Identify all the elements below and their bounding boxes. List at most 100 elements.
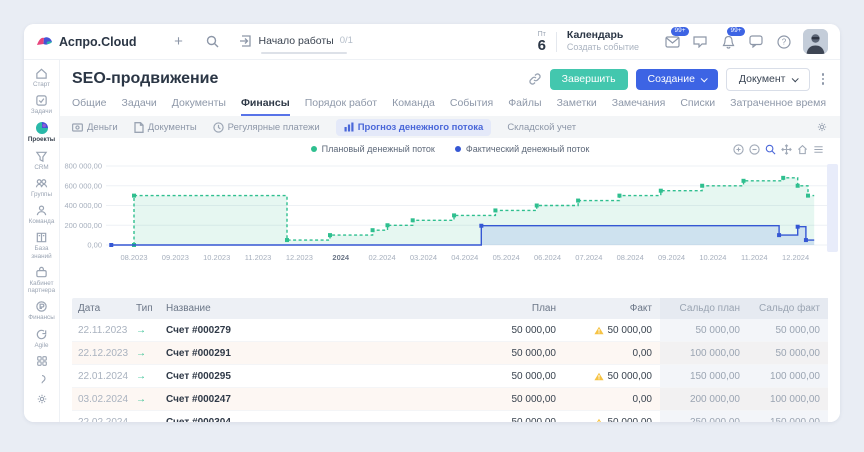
tasks-icon — [35, 94, 48, 107]
quick-add-button[interactable]: + — [171, 34, 187, 50]
bar-chart-icon — [344, 122, 354, 132]
notes-icon[interactable] — [691, 33, 709, 51]
logo-icon — [36, 35, 53, 49]
project-tabs: Общие Задачи Документы Финансы Порядок р… — [60, 90, 840, 116]
tab-sobytiya[interactable]: События — [450, 97, 493, 116]
finish-button[interactable]: Завершить — [550, 69, 628, 90]
sidebar-item-settings[interactable] — [24, 393, 59, 406]
table-row[interactable]: 22.11.2023 → Счет #000279 50 000,00 50 0… — [72, 319, 828, 342]
svg-text:11.2024: 11.2024 — [741, 253, 768, 262]
sidebar-item-finance[interactable]: Финансы — [24, 300, 59, 321]
copy-link-icon[interactable] — [528, 72, 542, 86]
bell-badge: 99+ — [727, 27, 745, 37]
svg-text:12.2024: 12.2024 — [782, 253, 809, 262]
onboarding-progress[interactable]: Начало работы 0/1 — [239, 34, 353, 50]
svg-text:08.2023: 08.2023 — [120, 253, 147, 262]
tab-zadachi[interactable]: Задачи — [122, 97, 157, 116]
tab-zatrachennoe-vremya[interactable]: Затраченное время — [730, 97, 826, 116]
svg-text:12.2023: 12.2023 — [286, 253, 313, 262]
zoom-out-icon[interactable] — [749, 144, 760, 155]
svg-text:10.2024: 10.2024 — [699, 253, 726, 262]
subtab-recurring-payments[interactable]: Регулярные платежи — [213, 122, 320, 133]
col-plan[interactable]: План — [476, 303, 564, 314]
sidebar-item-agile[interactable]: Agile — [24, 328, 59, 349]
document-button[interactable]: Документ — [726, 68, 810, 91]
tab-spiski[interactable]: Списки — [680, 97, 715, 116]
table-row[interactable]: 22.02.2024 → Счет #000304 50 000,00 50 0… — [72, 411, 828, 422]
sidebar-item-apps[interactable] — [24, 355, 59, 368]
sidebar-item-crm[interactable]: CRM — [24, 150, 59, 171]
tab-obshchie[interactable]: Общие — [72, 97, 107, 116]
subtabs-settings-gear-icon[interactable] — [816, 121, 828, 133]
home-icon — [35, 67, 48, 80]
legend-fact[interactable]: Фактический денежный поток — [455, 144, 590, 154]
outgoing-arrow-icon: → — [130, 417, 160, 423]
tab-finansy[interactable]: Финансы — [241, 97, 290, 116]
tab-komanda[interactable]: Команда — [392, 97, 435, 116]
col-fact[interactable]: Факт — [564, 303, 660, 314]
app-window: Аспро.Cloud + Начало работы 0/1 Пт 6 Кал… — [24, 24, 840, 422]
subtab-documents[interactable]: Документы — [134, 122, 197, 133]
tab-fajly[interactable]: Файлы — [508, 97, 541, 116]
col-type[interactable]: Тип — [130, 303, 160, 314]
svg-text:04.2024: 04.2024 — [451, 253, 478, 262]
chart-menu-icon[interactable] — [813, 144, 824, 155]
sidebar-item-tasks[interactable]: Задачи — [24, 94, 59, 115]
svg-text:11.2023: 11.2023 — [245, 253, 272, 262]
sidebar-item-projects[interactable]: Проекты — [24, 121, 59, 143]
page-title: SEO-продвижение — [72, 70, 528, 88]
cashflow-chart[interactable]: 0,00200 000,00400 000,00600 000,00800 00… — [60, 158, 840, 272]
subtab-money[interactable]: Деньги — [72, 122, 118, 133]
user-avatar[interactable] — [803, 29, 828, 54]
projects-icon — [35, 121, 49, 135]
knowledge-icon — [35, 231, 48, 244]
legend-plan[interactable]: Плановый денежный поток — [311, 144, 435, 154]
bell-icon[interactable]: 99+ — [719, 33, 737, 51]
col-saldo-plan[interactable]: Сальдо план — [660, 298, 748, 319]
warning-icon — [594, 326, 604, 335]
app-logo[interactable]: Аспро.Cloud — [36, 35, 137, 49]
col-saldo-fact[interactable]: Сальдо факт — [748, 298, 828, 319]
tab-poryadok-rabot[interactable]: Порядок работ — [305, 97, 377, 116]
sidebar-item-start[interactable]: Старт — [24, 67, 59, 88]
sidebar-item-team[interactable]: Команда — [24, 204, 59, 225]
tab-dokumenty[interactable]: Документы — [172, 97, 226, 116]
tab-zametki[interactable]: Заметки — [557, 97, 597, 116]
mail-icon[interactable]: 99+ — [663, 33, 681, 51]
svg-text:600 000,00: 600 000,00 — [64, 181, 102, 190]
svg-text:05.2024: 05.2024 — [493, 253, 520, 262]
sidebar-item-integrations[interactable] — [24, 374, 59, 387]
groups-icon — [35, 177, 48, 190]
table-header-row: Дата Тип Название План Факт Сальдо план … — [72, 298, 828, 319]
create-button[interactable]: Создание — [636, 69, 718, 90]
chat-icon[interactable] — [747, 33, 765, 51]
col-name[interactable]: Название — [160, 303, 476, 314]
calendar-widget[interactable]: Календарь Создать событие — [567, 29, 639, 53]
subtab-cashflow-forecast[interactable]: Прогноз денежного потока — [336, 119, 492, 136]
partner-icon — [35, 266, 48, 279]
sidebar: Старт Задачи Проекты CRM Группы Команда — [24, 60, 60, 422]
reset-home-icon[interactable] — [797, 144, 808, 155]
pan-icon[interactable] — [781, 144, 792, 155]
sidebar-item-partner[interactable]: Кабинет партнера — [24, 266, 59, 294]
calendar-title: Календарь — [567, 29, 639, 42]
help-icon[interactable]: ? — [775, 33, 793, 51]
plan-legend-dot — [311, 146, 317, 152]
sidebar-item-groups[interactable]: Группы — [24, 177, 59, 198]
chart-vertical-scrollbar[interactable] — [827, 164, 838, 252]
date-widget[interactable]: Пт 6 — [538, 31, 546, 53]
zoom-in-icon[interactable] — [733, 144, 744, 155]
search-icon[interactable] — [205, 34, 221, 50]
table-row[interactable]: 03.02.2024 → Счет #000247 50 000,00 0,00… — [72, 388, 828, 411]
more-menu-button[interactable] — [818, 71, 829, 87]
tab-zamechaniya[interactable]: Замечания — [612, 97, 666, 116]
table-row[interactable]: 22.01.2024 → Счет #000295 50 000,00 50 0… — [72, 365, 828, 388]
sidebar-item-knowledge[interactable]: База знаний — [24, 231, 59, 259]
table-row[interactable]: 22.12.2023 → Счет #000291 50 000,00 0,00… — [72, 342, 828, 365]
cashflow-forecast-chart: Плановый денежный поток Фактический дене… — [60, 138, 840, 276]
selection-zoom-icon[interactable] — [765, 144, 776, 155]
subtab-warehouse[interactable]: Складской учет — [507, 122, 576, 133]
col-date[interactable]: Дата — [72, 303, 130, 314]
clock-icon — [213, 122, 224, 133]
outgoing-arrow-icon: → — [130, 348, 160, 359]
